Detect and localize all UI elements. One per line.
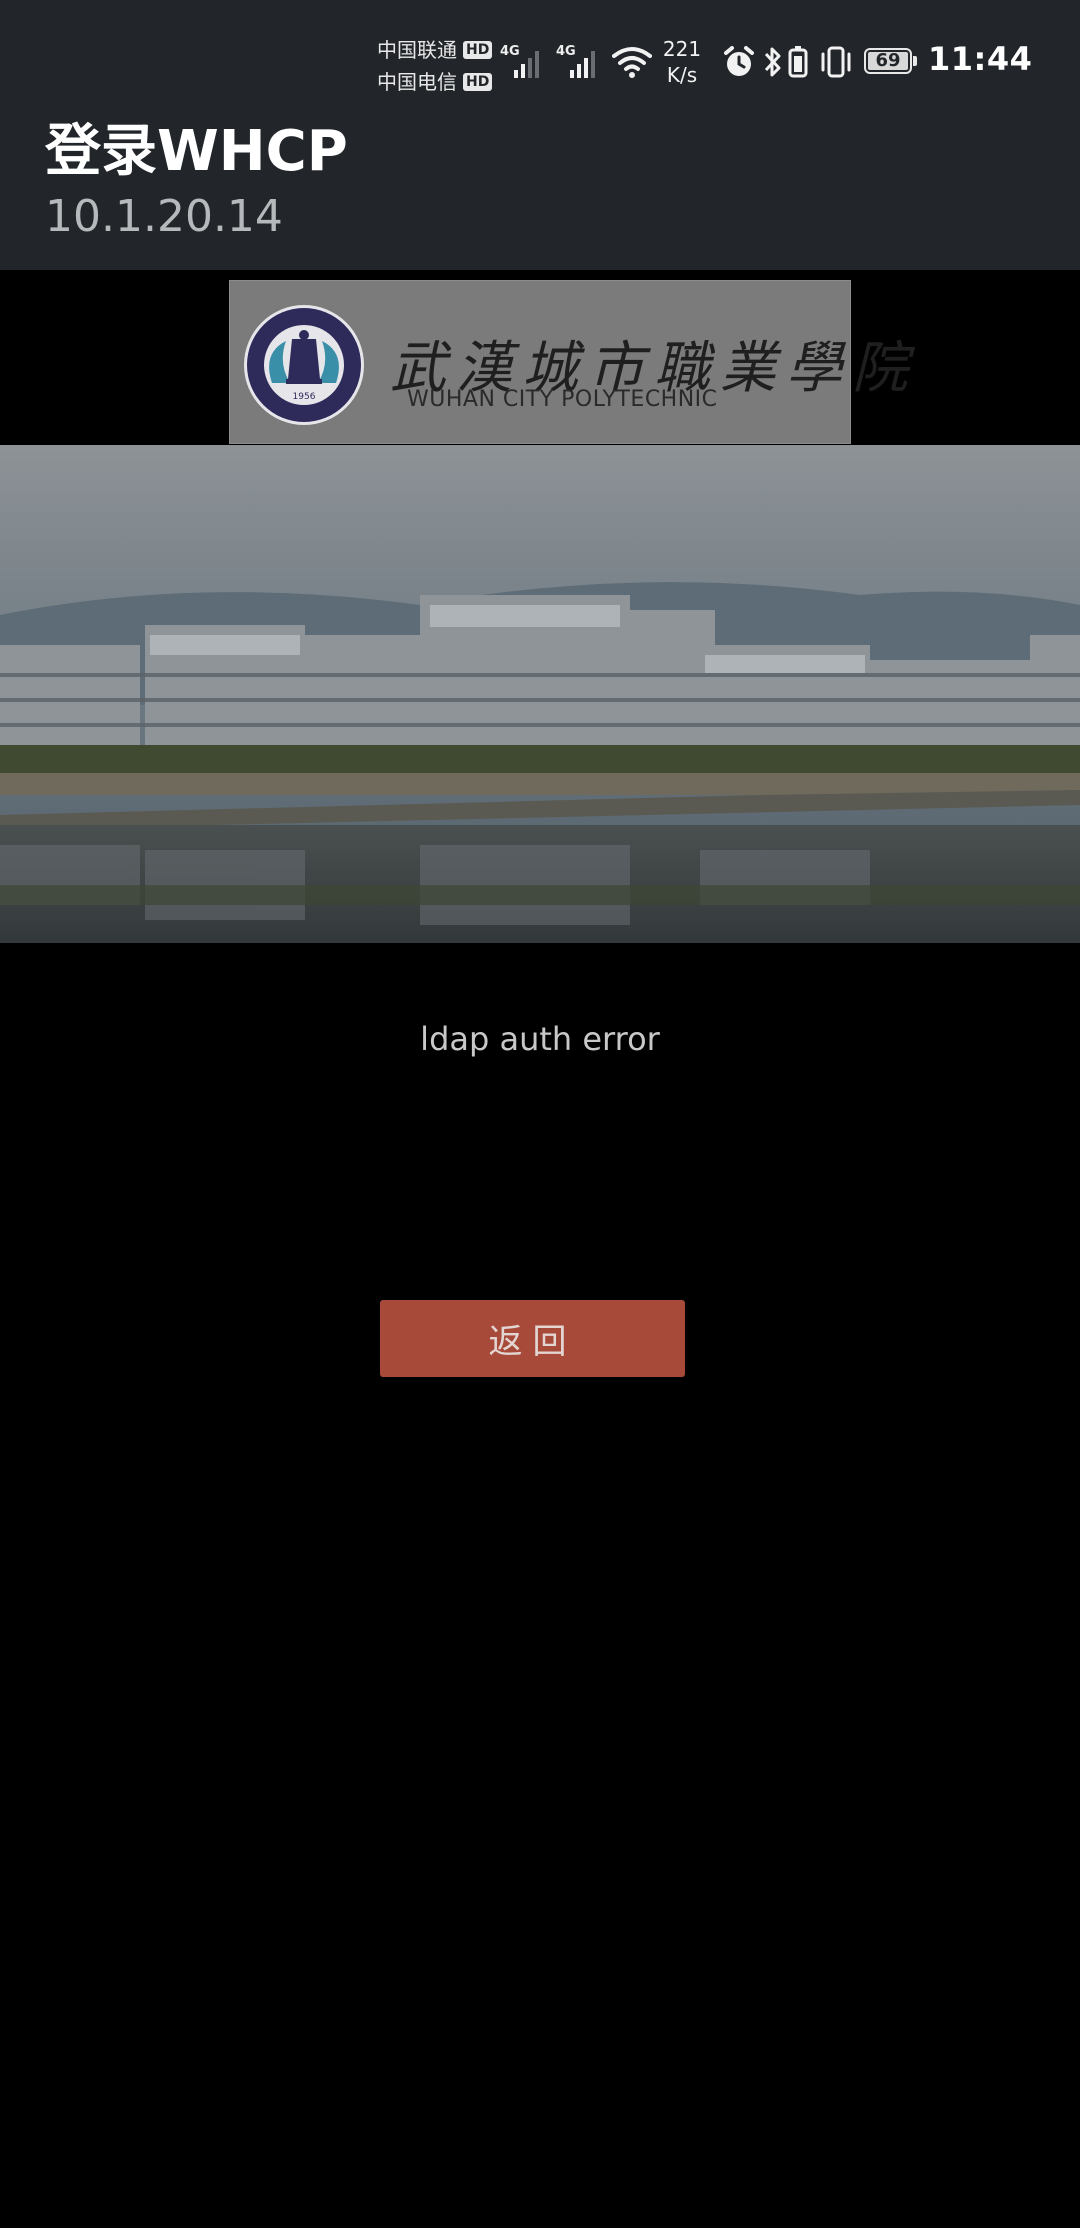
campus-photo — [0, 445, 1080, 943]
school-logo-banner: 1956 武漢城市職業學院 WUHAN CITY POLYTECHNIC — [229, 280, 908, 444]
status-bar: 中国联通 HD 中国电信 HD 4G 4G 221 K/s 69 11:44 — [0, 0, 1080, 120]
school-seal-icon: 1956 — [244, 305, 364, 425]
page-subtitle: 10.1.20.14 — [45, 191, 283, 242]
signal-icon-2: 4G — [556, 44, 606, 78]
signal-icon: 4G — [500, 44, 550, 78]
carrier-2-label: 中国电信 — [377, 70, 457, 94]
clock: 11:44 — [928, 40, 1033, 78]
vibrate-icon — [821, 46, 851, 78]
battery-saver-icon — [788, 46, 808, 78]
hd-badge-1: HD — [463, 41, 493, 59]
back-button[interactable]: 返回 — [380, 1300, 685, 1377]
hd-badge-2: HD — [463, 73, 493, 91]
bluetooth-icon — [764, 47, 781, 77]
net-speed-unit: K/s — [666, 63, 698, 87]
battery-icon: 69 — [864, 48, 918, 76]
net-speed: 221 K/s — [660, 36, 704, 88]
school-name-en: WUHAN CITY POLYTECHNIC — [407, 387, 718, 412]
carrier-1-label: 中国联通 — [377, 38, 457, 62]
alarm-icon — [724, 46, 754, 76]
seal-year: 1956 — [293, 392, 316, 402]
wifi-icon — [612, 47, 652, 78]
error-message: ldap auth error — [420, 1020, 660, 1058]
carrier-info: 中国联通 HD 中国电信 HD — [377, 34, 493, 98]
battery-level: 69 — [875, 50, 901, 71]
page-title: 登录WHCP — [45, 119, 348, 184]
net-speed-value: 221 — [662, 37, 702, 61]
